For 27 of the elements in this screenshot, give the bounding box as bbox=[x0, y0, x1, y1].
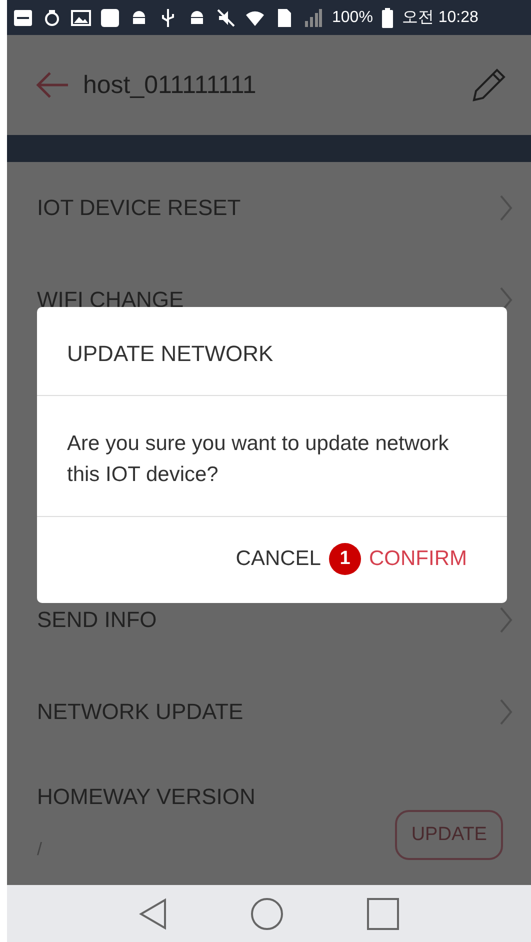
dialog-title: UPDATE NETWORK bbox=[66, 340, 274, 368]
dialog-message: Are you sure you want to update network this IOT device? bbox=[66, 431, 450, 488]
app-bar-title: host_011111111 bbox=[83, 70, 258, 100]
signal-icon bbox=[303, 8, 323, 28]
chevron-right-icon bbox=[499, 606, 513, 634]
home-circle-icon[interactable] bbox=[250, 896, 284, 930]
menu-item[interactable]: NETWORK UPDATE bbox=[7, 666, 531, 758]
confirm-button[interactable]: CONFIRM bbox=[369, 547, 467, 571]
notification-icon bbox=[13, 8, 33, 28]
cancel-button[interactable]: CANCEL bbox=[236, 547, 321, 571]
image-icon bbox=[71, 8, 91, 28]
menu-item[interactable]: IOT DEVICE RESET bbox=[7, 162, 531, 254]
blank-app-icon bbox=[100, 8, 120, 28]
annotation-marker: 1 bbox=[329, 543, 361, 575]
pencil-icon[interactable] bbox=[471, 67, 507, 103]
back-triangle-icon[interactable] bbox=[138, 898, 168, 930]
version-label: HOMEWAY VERSION bbox=[37, 784, 256, 810]
square-icon[interactable] bbox=[366, 896, 400, 930]
chevron-right-icon bbox=[499, 698, 513, 726]
chevron-right-icon bbox=[499, 194, 513, 222]
clock: 오전 10:28 bbox=[402, 8, 478, 28]
update-button[interactable]: UPDATE bbox=[395, 810, 503, 860]
battery-icon bbox=[382, 8, 393, 28]
battery-percent: 100% bbox=[332, 8, 373, 26]
menu-item[interactable]: SEND INFO bbox=[7, 574, 531, 666]
version-value: / bbox=[37, 838, 42, 860]
mute-icon bbox=[216, 8, 236, 28]
